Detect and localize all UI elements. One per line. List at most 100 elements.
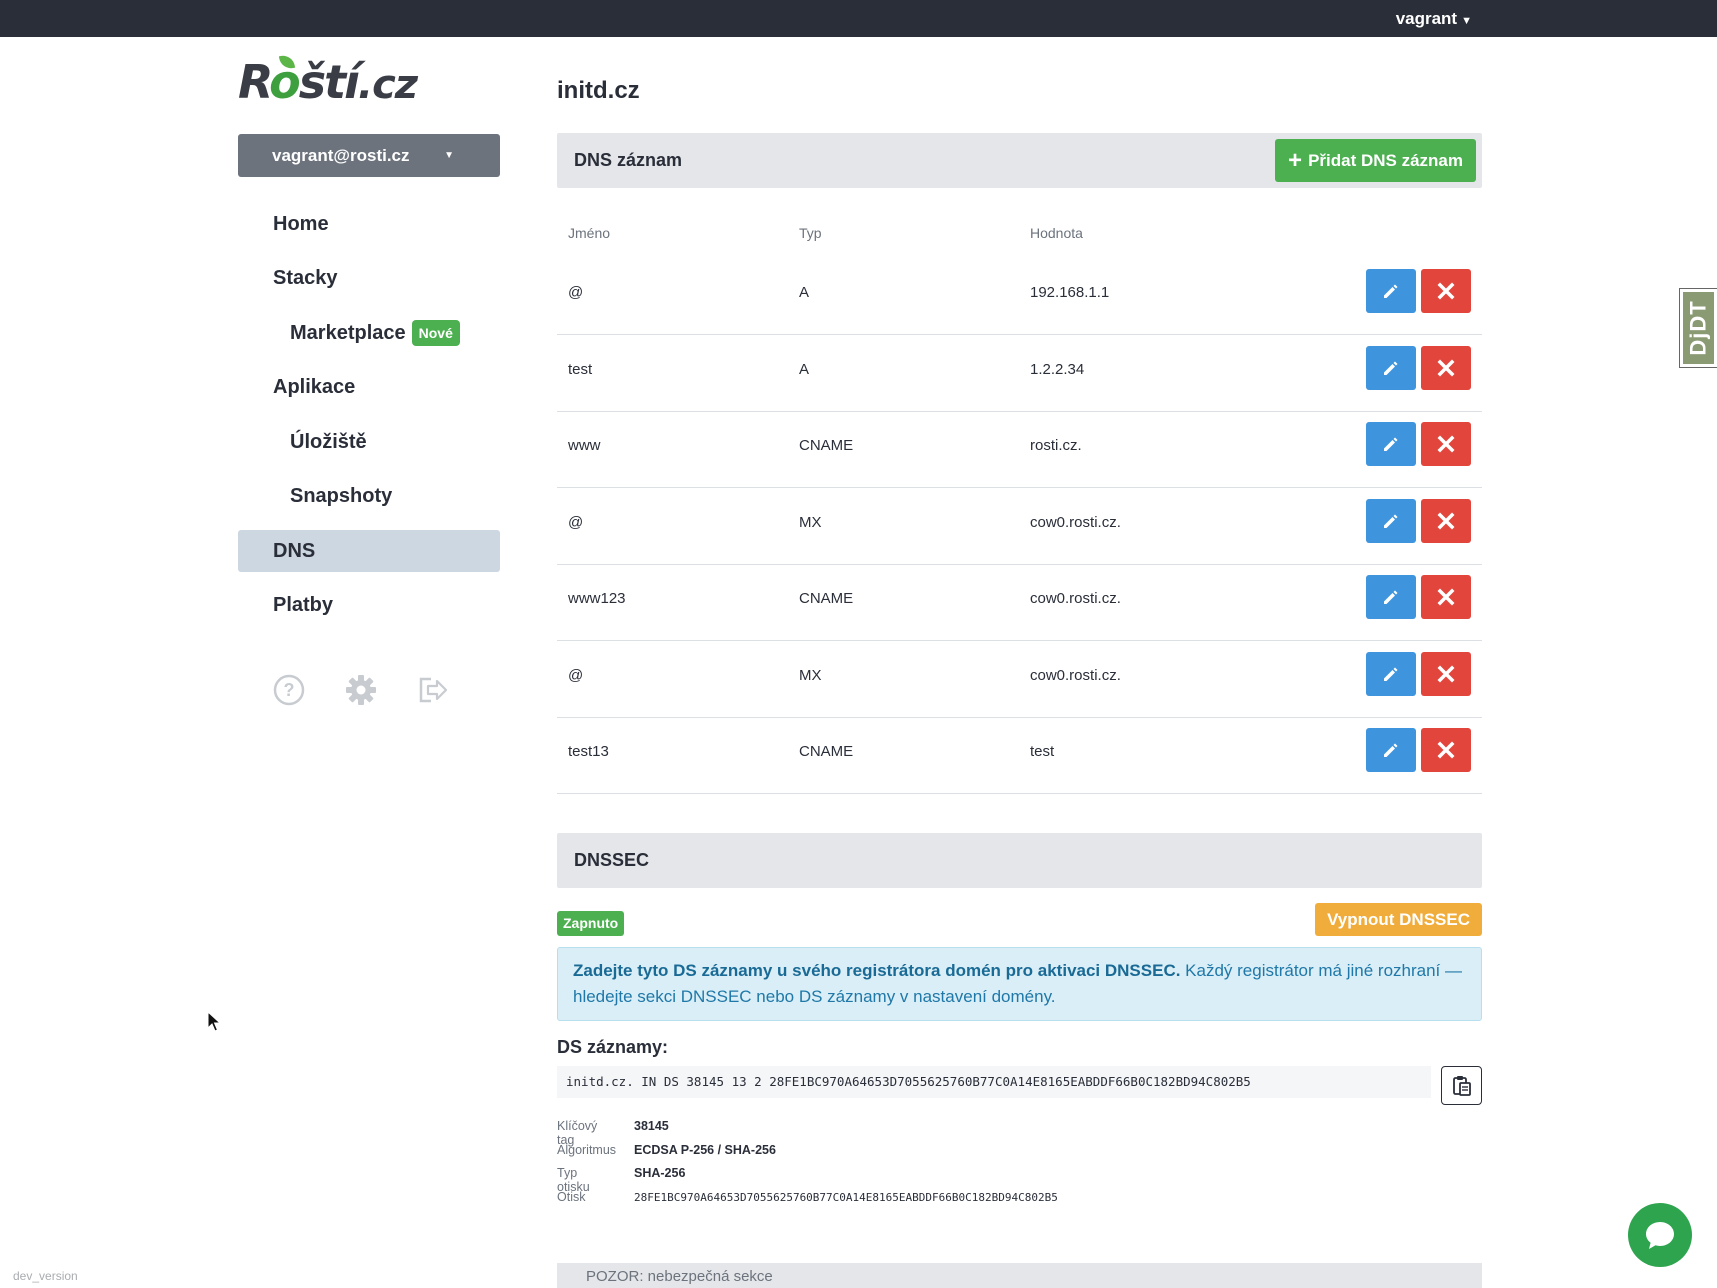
clipboard-icon <box>1452 1075 1471 1096</box>
close-icon <box>1437 435 1455 453</box>
record-name: @ <box>568 666 584 684</box>
delete-record-button[interactable] <box>1421 422 1471 466</box>
add-dns-record-button[interactable]: + Přidat DNS záznam <box>1275 139 1476 182</box>
close-icon <box>1437 741 1455 759</box>
edit-record-button[interactable] <box>1366 422 1416 466</box>
danger-section-header[interactable]: POZOR: nebezpečná sekce <box>557 1263 1482 1288</box>
disable-dnssec-button[interactable]: Vypnout DNSSEC <box>1315 903 1482 936</box>
edit-record-button[interactable] <box>1366 651 1416 696</box>
record-value: rosti.cz. <box>1030 437 1082 454</box>
dns-records-header: DNS záznam + Přidat DNS záznam <box>557 133 1482 188</box>
sidebar-item-platby[interactable]: Platby <box>238 585 500 627</box>
sidebar-item-label: Stacky <box>273 267 338 289</box>
dnssec-info-bold: Zadejte tyto DS záznamy u svého registrá… <box>573 961 1181 980</box>
account-email: vagrant@rosti.cz <box>272 145 410 165</box>
new-badge: Nové <box>411 320 460 346</box>
logout-icon[interactable] <box>417 674 449 706</box>
table-row: www123 CNAME cow0.rosti.cz. <box>557 557 1482 641</box>
delete-record-button[interactable] <box>1421 269 1471 313</box>
record-name: www <box>568 437 601 454</box>
sidebar-item-label: Home <box>273 212 329 235</box>
record-value: cow0.rosti.cz. <box>1030 513 1121 531</box>
account-dropdown-button[interactable]: vagrant@rosti.cz ▼ <box>238 134 500 177</box>
delete-record-button[interactable] <box>1421 575 1471 619</box>
record-name: test <box>568 360 593 378</box>
dnssec-header: DNSSEC <box>557 833 1482 888</box>
dev-version-label: dev_version <box>13 1269 78 1283</box>
chat-bubble-icon <box>1646 1222 1674 1249</box>
ds-record-code[interactable]: initd.cz. IN DS 38145 13 2 28FE1BC970A64… <box>557 1066 1431 1098</box>
record-name: @ <box>568 284 584 301</box>
record-value: cow0.rosti.cz. <box>1030 666 1121 684</box>
sidebar-item--lo-i-t-[interactable]: Úložiště <box>238 421 500 463</box>
column-header-name: Jméno <box>568 225 611 241</box>
table-row: @ MX cow0.rosti.cz. <box>557 634 1482 718</box>
chat-widget-button[interactable] <box>1628 1203 1692 1267</box>
column-header-type: Typ <box>799 225 822 241</box>
pencil-icon <box>1382 588 1400 606</box>
ds-detail-value: 38145 <box>634 1119 669 1133</box>
close-icon <box>1437 512 1455 530</box>
delete-record-button[interactable] <box>1421 498 1471 543</box>
table-row: test A 1.2.2.34 <box>557 328 1482 412</box>
record-type: A <box>799 360 810 378</box>
record-value: test <box>1030 743 1055 760</box>
record-value: 1.2.2.34 <box>1030 360 1085 378</box>
pencil-icon <box>1382 665 1400 683</box>
ds-detail-key: Algoritmus <box>557 1142 617 1157</box>
svg-text:?: ? <box>284 680 295 700</box>
record-type: MX <box>799 666 822 684</box>
table-row: @ A 192.168.1.1 <box>557 251 1482 335</box>
delete-record-button[interactable] <box>1421 728 1471 772</box>
record-type: CNAME <box>799 590 854 607</box>
copy-ds-record-button[interactable] <box>1441 1066 1482 1105</box>
dns-table-header: Jméno Typ Hodnota <box>557 225 1482 245</box>
page-title: initd.cz <box>557 77 640 104</box>
delete-record-button[interactable] <box>1421 651 1471 696</box>
sidebar-nav: Home Stacky Marketplace Nové Aplikace Úložišt… <box>238 203 500 639</box>
sidebar-item-label: Úložiště <box>290 430 367 453</box>
dnssec-status-badge: Zapnuto <box>557 911 625 936</box>
sidebar-item-label: Aplikace <box>273 376 356 398</box>
record-name: www123 <box>568 590 626 607</box>
table-row: test13 CNAME test <box>557 710 1482 794</box>
edit-record-button[interactable] <box>1366 575 1416 619</box>
sidebar-item-marketplace[interactable]: Marketplace Nové <box>238 312 500 354</box>
ds-detail-value: ECDSA P-256 / SHA-256 <box>634 1142 776 1157</box>
gear-icon[interactable] <box>345 674 377 706</box>
sidebar-item-snapshoty[interactable]: Snapshoty <box>238 476 500 518</box>
record-type: CNAME <box>799 743 854 760</box>
record-type: CNAME <box>799 437 854 454</box>
delete-record-button[interactable] <box>1421 345 1471 390</box>
logo[interactable]: Roští.cz <box>238 47 418 112</box>
sidebar-item-dns[interactable]: DNS <box>238 530 500 572</box>
edit-record-button[interactable] <box>1366 728 1416 772</box>
pencil-icon <box>1382 282 1400 300</box>
record-value: cow0.rosti.cz. <box>1030 590 1121 607</box>
edit-record-button[interactable] <box>1366 269 1416 313</box>
pencil-icon <box>1382 512 1400 530</box>
dnssec-title: DNSSEC <box>574 850 650 870</box>
record-type: A <box>799 284 810 301</box>
edit-record-button[interactable] <box>1366 345 1416 390</box>
caret-down-icon: ▼ <box>444 150 454 161</box>
sidebar-item-aplikace[interactable]: Aplikace <box>238 367 500 409</box>
caret-down-icon: ▼ <box>1461 15 1472 27</box>
django-debug-toolbar-handle[interactable]: DjDT <box>1679 288 1717 368</box>
record-type: MX <box>799 513 822 531</box>
add-dns-record-label: Přidat DNS záznam <box>1308 150 1463 170</box>
sidebar-item-label: Platby <box>273 594 334 616</box>
edit-record-button[interactable] <box>1366 498 1416 543</box>
sidebar-item-home[interactable]: Home <box>238 203 500 245</box>
ds-detail-value: 28FE1BC970A64653D7055625760B77C0A14E8165… <box>634 1190 1058 1204</box>
record-name: test13 <box>568 743 609 760</box>
sidebar-item-label: DNS <box>273 539 316 562</box>
help-icon[interactable]: ? <box>273 674 305 706</box>
sidebar-item-stacky[interactable]: Stacky <box>238 258 500 300</box>
record-value: 192.168.1.1 <box>1030 284 1110 301</box>
dns-records-title: DNS záznam <box>574 150 683 170</box>
user-menu-dropdown[interactable]: vagrant ▼ <box>1396 9 1472 29</box>
dnssec-info-alert: Zadejte tyto DS záznamy u svého registrá… <box>557 947 1482 1021</box>
record-name: @ <box>568 513 584 531</box>
ds-records-title: DS záznamy: <box>557 1037 669 1057</box>
